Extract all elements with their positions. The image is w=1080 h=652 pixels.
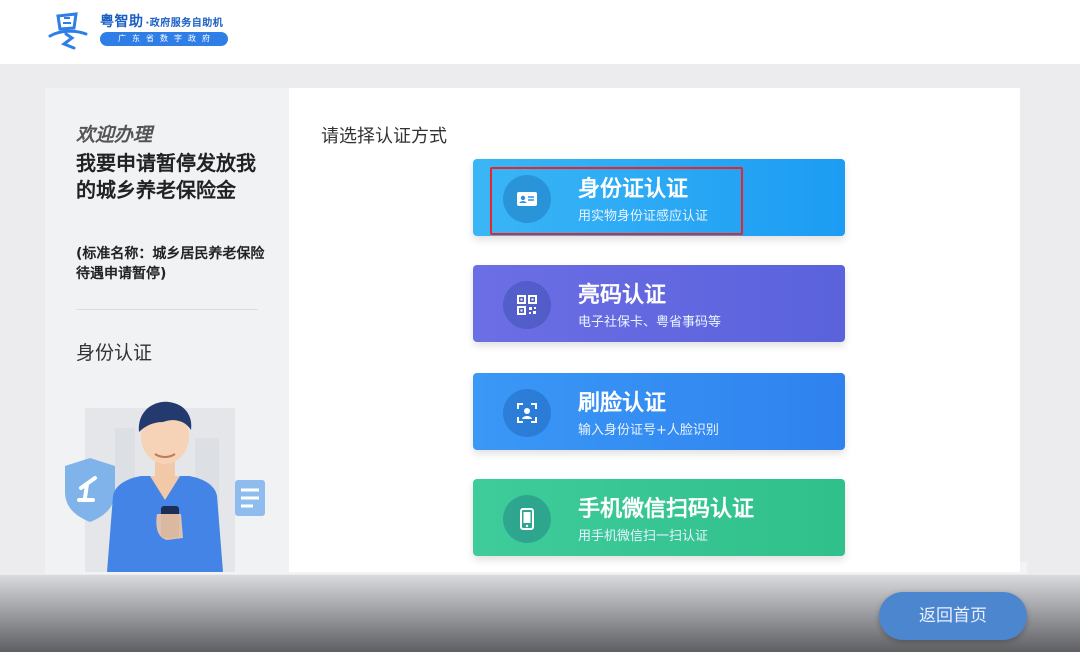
yue-logo-icon: [48, 12, 88, 50]
face-scan-auth-button[interactable]: 刷脸认证 输入身份证号+人脸识别: [473, 373, 845, 450]
id-card-auth-title: 身份证认证: [578, 177, 689, 202]
step-label: 身份认证: [76, 342, 153, 364]
welcome-label: 欢迎办理: [76, 124, 153, 146]
wechat-scan-auth-subtitle: 用手机微信扫一扫认证: [578, 529, 709, 544]
qr-code-icon: [503, 281, 551, 329]
officer-illustration: [65, 401, 265, 572]
wechat-scan-auth-title: 手机微信扫码认证: [578, 497, 755, 522]
brand-tagline: 广东省数字政府: [100, 32, 228, 46]
id-card-auth-subtitle: 用实物身份证感应认证: [578, 209, 709, 224]
face-scan-auth-title: 刷脸认证: [578, 391, 667, 416]
brand-name: 粤智助 ·政府服务自助机: [100, 11, 223, 31]
app-header: 粤智助 ·政府服务自助机 广东省数字政府: [0, 0, 1080, 64]
qr-code-auth-title: 亮码认证: [578, 283, 667, 308]
mobile-phone-icon: [503, 495, 551, 543]
document-icon: [235, 480, 265, 516]
main-card: 欢迎办理 我要申请暂停发放我的城乡养老保险金 (标准名称：城乡居民养老保险待遇申…: [45, 88, 1020, 572]
service-info-panel: 欢迎办理 我要申请暂停发放我的城乡养老保险金 (标准名称：城乡居民养老保险待遇申…: [45, 88, 289, 572]
id-card-auth-button[interactable]: 身份证认证 用实物身份证感应认证: [473, 159, 845, 236]
brand-name-text: 粤智助: [100, 14, 144, 30]
panel-divider: [76, 309, 258, 310]
auth-method-prompt: 请选择认证方式: [321, 126, 447, 147]
wechat-scan-auth-button[interactable]: 手机微信扫码认证 用手机微信扫一扫认证: [473, 479, 845, 556]
face-scan-icon: [503, 389, 551, 437]
face-scan-auth-subtitle: 输入身份证号+人脸识别: [578, 423, 719, 438]
qr-code-auth-subtitle: 电子社保卡、粤省事码等: [578, 315, 722, 330]
brand-subtitle: ·政府服务自助机: [145, 18, 224, 29]
service-title: 我要申请暂停发放我的城乡养老保险金: [76, 151, 256, 202]
service-standard-name: (标准名称：城乡居民养老保险待遇申请暂停): [76, 246, 265, 282]
return-home-button[interactable]: 返回首页: [879, 592, 1027, 640]
id-card-icon: [503, 175, 551, 223]
qr-code-auth-button[interactable]: 亮码认证 电子社保卡、粤省事码等: [473, 265, 845, 342]
